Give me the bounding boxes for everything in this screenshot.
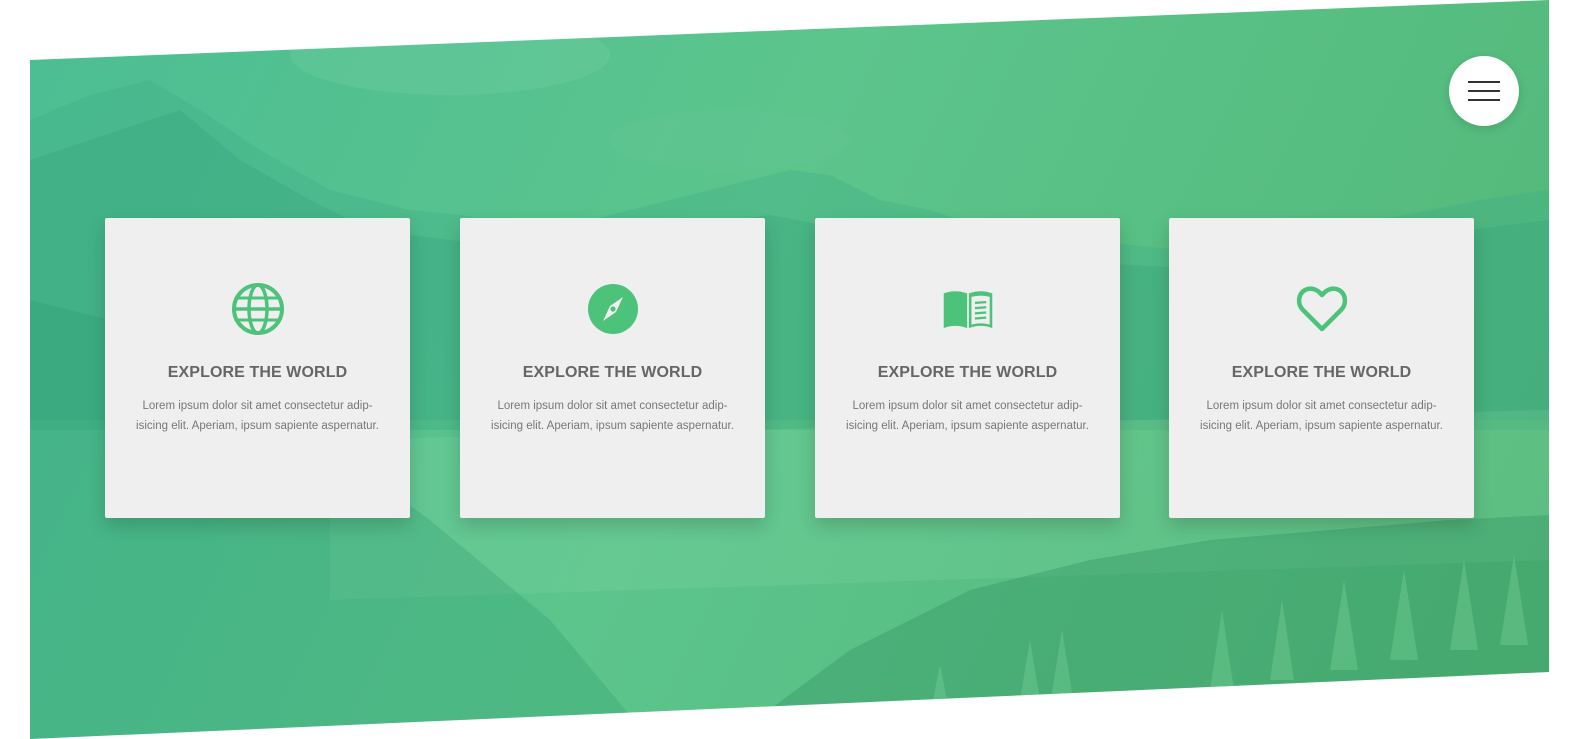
feature-title: EXPLORE THE WORLD <box>877 364 1058 381</box>
page: EXPLORE THE WORLD Lorem ipsum dolor sit … <box>0 0 1572 739</box>
heart-icon <box>1169 283 1474 335</box>
feature-title: EXPLORE THE WORLD <box>1231 364 1412 381</box>
hamburger-menu-icon <box>1468 81 1500 101</box>
menu-button[interactable] <box>1449 56 1519 126</box>
feature-title: EXPLORE THE WORLD <box>167 364 348 381</box>
compass-icon <box>460 283 765 335</box>
feature-description: Lorem ipsum dolor sit amet consectetur a… <box>136 400 379 432</box>
feature-title: EXPLORE THE WORLD <box>522 364 703 381</box>
feature-description: Lorem ipsum dolor sit amet consectetur a… <box>846 400 1089 432</box>
book-icon <box>815 283 1120 335</box>
feature-description: Lorem ipsum dolor sit amet consectetur a… <box>1200 400 1443 432</box>
feature-description: Lorem ipsum dolor sit amet consectetur a… <box>491 400 734 432</box>
globe-icon <box>105 283 410 335</box>
feature-card-2: EXPLORE THE WORLD Lorem ipsum dolor sit … <box>460 218 765 518</box>
feature-card-1: EXPLORE THE WORLD Lorem ipsum dolor sit … <box>105 218 410 518</box>
feature-card-4: EXPLORE THE WORLD Lorem ipsum dolor sit … <box>1169 218 1474 518</box>
feature-card-3: EXPLORE THE WORLD Lorem ipsum dolor sit … <box>815 218 1120 518</box>
